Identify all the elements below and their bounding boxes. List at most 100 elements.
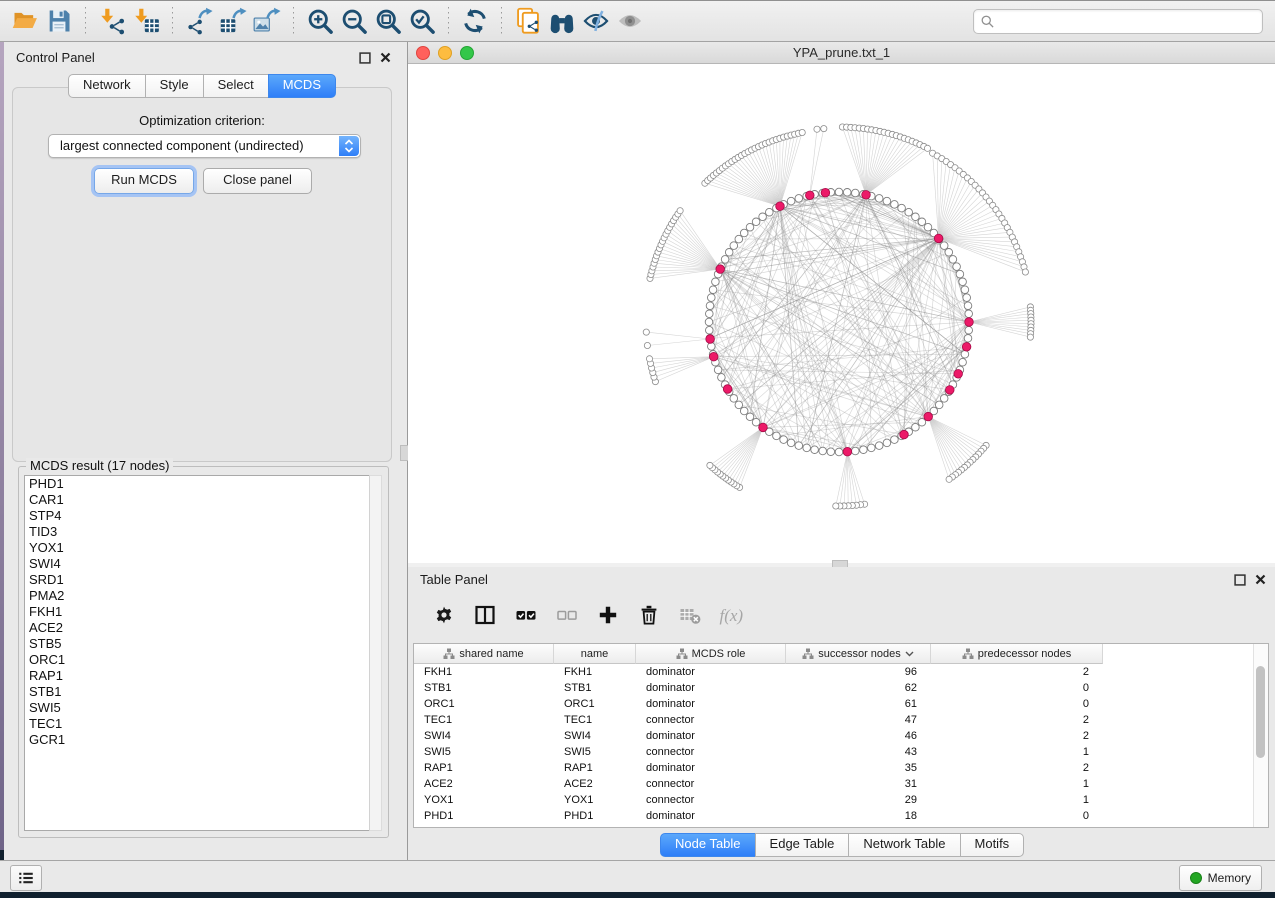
mcds-result-item[interactable]: FKH1 (25, 604, 373, 620)
cell[interactable]: 1 (931, 794, 1103, 806)
mcds-result-item[interactable]: SWI4 (25, 556, 373, 572)
mcds-result-list[interactable]: PHD1CAR1STP4TID3YOX1SWI4SRD1PMA2FKH1ACE2… (24, 475, 374, 831)
mcds-result-item[interactable]: SRD1 (25, 572, 373, 588)
cell[interactable]: TEC1 (554, 714, 636, 726)
cell[interactable]: dominator (636, 730, 786, 742)
cell[interactable]: dominator (636, 682, 786, 694)
cell[interactable]: 29 (786, 794, 931, 806)
tab-node-table[interactable]: Node Table (660, 833, 756, 857)
cell[interactable]: 2 (931, 666, 1103, 678)
zoom-in-button[interactable] (303, 4, 337, 38)
vertical-splitter[interactable] (400, 42, 408, 860)
zoom-out-button[interactable] (337, 4, 371, 38)
column-header-successor-nodes[interactable]: successor nodes (786, 644, 931, 664)
cell[interactable]: 18 (786, 810, 931, 822)
cell[interactable]: STB1 (414, 682, 554, 694)
mcds-result-item[interactable]: ORC1 (25, 652, 373, 668)
mcds-result-item[interactable]: GCR1 (25, 732, 373, 748)
cell[interactable]: YOX1 (554, 794, 636, 806)
cell[interactable]: connector (636, 778, 786, 790)
table-row[interactable]: SWI4SWI4dominator462 (414, 728, 1268, 744)
tab-mcds[interactable]: MCDS (268, 74, 336, 98)
table-row[interactable]: TEC1TEC1connector472 (414, 712, 1268, 728)
search-input[interactable] (995, 14, 1256, 30)
zoom-fit-button[interactable] (371, 4, 405, 38)
tab-network[interactable]: Network (68, 74, 146, 98)
cell[interactable]: ORC1 (414, 698, 554, 710)
mcds-result-item[interactable]: PMA2 (25, 588, 373, 604)
column-header-MCDS-role[interactable]: MCDS role (636, 644, 786, 664)
select-all-button[interactable] (514, 603, 538, 627)
export-image-button[interactable] (250, 4, 284, 38)
cell[interactable]: YOX1 (414, 794, 554, 806)
mcds-result-item[interactable]: SWI5 (25, 700, 373, 716)
cell[interactable]: FKH1 (414, 666, 554, 678)
show-hidden-button[interactable] (613, 4, 647, 38)
cell[interactable]: dominator (636, 666, 786, 678)
table-row[interactable]: STB1STB1dominator620 (414, 680, 1268, 696)
mcds-result-item[interactable]: PHD1 (25, 476, 373, 492)
column-header-name[interactable]: name (554, 644, 636, 664)
cell[interactable]: ACE2 (414, 778, 554, 790)
mcds-result-item[interactable]: STP4 (25, 508, 373, 524)
cell[interactable]: 0 (931, 682, 1103, 694)
cell[interactable]: RAP1 (554, 762, 636, 774)
table-row[interactable]: FKH1FKH1dominator962 (414, 664, 1268, 680)
mcds-result-item[interactable]: STB1 (25, 684, 373, 700)
column-header-predecessor-nodes[interactable]: predecessor nodes (931, 644, 1103, 664)
table-row[interactable]: PHD1PHD1dominator180 (414, 808, 1268, 824)
cell[interactable]: 2 (931, 730, 1103, 742)
mcds-result-item[interactable]: TEC1 (25, 716, 373, 732)
export-table-button[interactable] (216, 4, 250, 38)
network-graph[interactable] (408, 64, 1275, 563)
mcds-result-item[interactable]: RAP1 (25, 668, 373, 684)
table-row[interactable]: SWI5SWI5connector431 (414, 744, 1268, 760)
attribute-settings-button[interactable] (432, 603, 456, 627)
cell[interactable]: SWI4 (554, 730, 636, 742)
tab-edge-table[interactable]: Edge Table (755, 833, 850, 857)
close-icon[interactable] (1254, 573, 1267, 586)
mcds-list-scrollbar[interactable] (369, 475, 382, 831)
mcds-result-item[interactable]: ACE2 (25, 620, 373, 636)
float-icon[interactable] (1233, 573, 1246, 586)
cell[interactable]: SWI4 (414, 730, 554, 742)
cell[interactable]: 31 (786, 778, 931, 790)
export-network-button[interactable] (182, 4, 216, 38)
table-row[interactable]: YOX1YOX1connector291 (414, 792, 1268, 808)
cell[interactable]: SWI5 (554, 746, 636, 758)
search-box[interactable] (973, 9, 1263, 34)
cell[interactable]: ACE2 (554, 778, 636, 790)
cell[interactable]: 46 (786, 730, 931, 742)
cell[interactable]: FKH1 (554, 666, 636, 678)
create-column-button[interactable] (596, 603, 620, 627)
mcds-result-item[interactable]: YOX1 (25, 540, 373, 556)
close-panel-button[interactable]: Close panel (203, 168, 312, 194)
cell[interactable]: connector (636, 714, 786, 726)
save-button[interactable] (42, 4, 76, 38)
tab-motifs[interactable]: Motifs (960, 833, 1025, 857)
cell[interactable]: 43 (786, 746, 931, 758)
cell[interactable]: 0 (931, 698, 1103, 710)
ui-options-button[interactable] (10, 865, 42, 891)
run-mcds-button[interactable]: Run MCDS (94, 168, 194, 194)
network-canvas[interactable] (408, 64, 1275, 563)
table-row[interactable]: ACE2ACE2connector311 (414, 776, 1268, 792)
close-icon[interactable] (379, 51, 392, 64)
column-header-shared-name[interactable]: shared name (414, 644, 554, 664)
zoom-selected-button[interactable] (405, 4, 439, 38)
clone-network-button[interactable] (511, 4, 545, 38)
cell[interactable]: dominator (636, 762, 786, 774)
cell[interactable]: 2 (931, 714, 1103, 726)
cell[interactable]: 96 (786, 666, 931, 678)
cell[interactable]: RAP1 (414, 762, 554, 774)
cell[interactable]: 1 (931, 778, 1103, 790)
cell[interactable]: connector (636, 794, 786, 806)
hide-selected-button[interactable] (579, 4, 613, 38)
memory-button[interactable]: Memory (1179, 865, 1262, 891)
cell[interactable]: 61 (786, 698, 931, 710)
open-button[interactable] (8, 4, 42, 38)
cell[interactable]: 35 (786, 762, 931, 774)
tab-style[interactable]: Style (145, 74, 204, 98)
cell[interactable]: PHD1 (554, 810, 636, 822)
import-table-button[interactable] (129, 4, 163, 38)
